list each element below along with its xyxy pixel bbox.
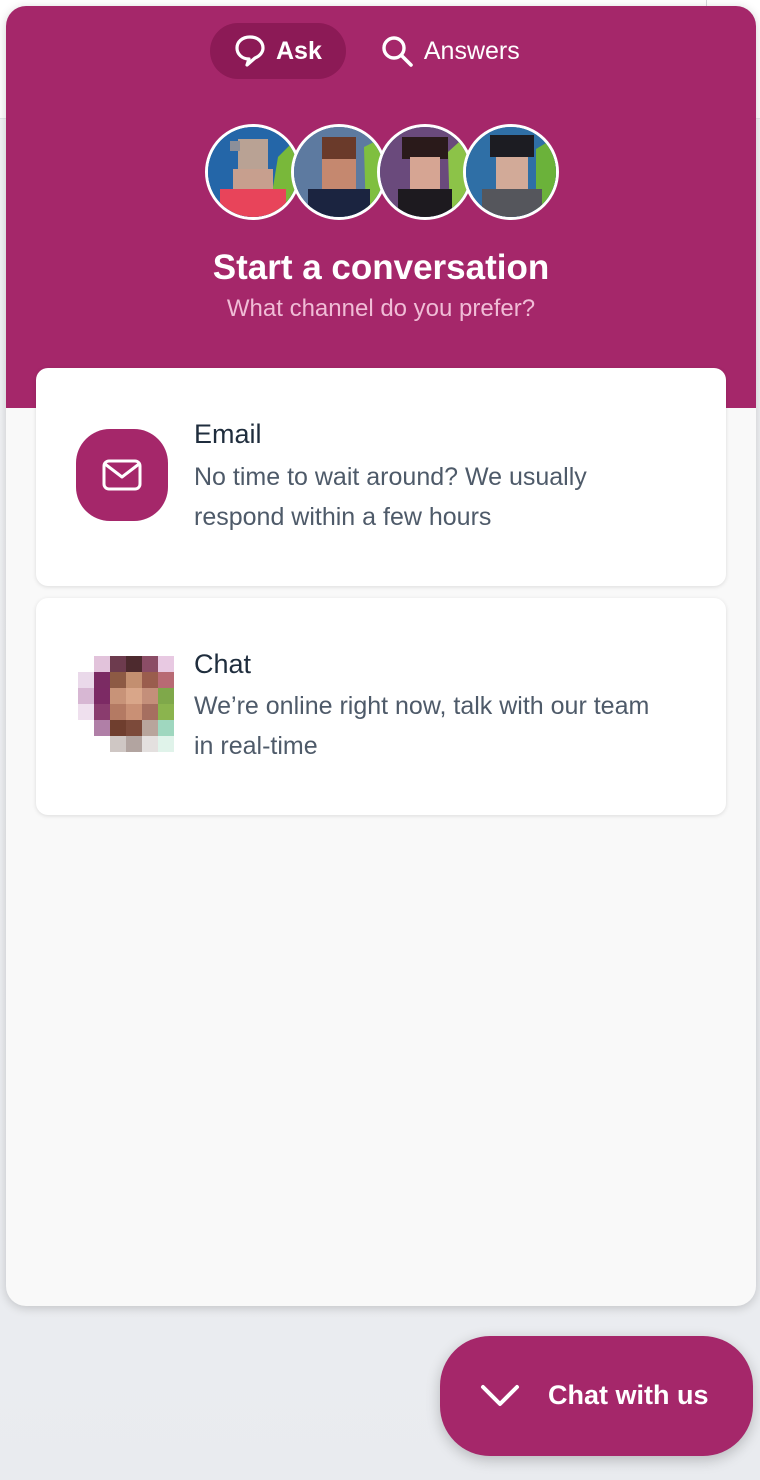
chat-launcher-button[interactable]: Chat with us xyxy=(440,1336,753,1456)
chat-bubble-icon xyxy=(234,34,266,68)
messenger-widget: Ask Answers Start a conversation What ch… xyxy=(6,6,756,1306)
envelope-icon xyxy=(76,429,168,521)
hero-subtitle: What channel do you prefer? xyxy=(226,295,536,322)
chat-option-description: We’re online right now, talk with our te… xyxy=(194,692,650,760)
tab-answers-label: Answers xyxy=(423,36,520,65)
chat-option-title: Chat xyxy=(194,649,252,679)
team-avatar xyxy=(463,124,559,220)
chevron-down-icon xyxy=(481,1385,519,1406)
team-avatar xyxy=(205,124,301,220)
widget-tabs: Ask Answers xyxy=(210,23,544,79)
chat-launcher-label: Chat with us xyxy=(548,1380,709,1410)
tab-ask[interactable]: Ask xyxy=(210,23,346,79)
widget-header: Ask Answers Start a conversation What ch… xyxy=(6,6,756,408)
email-option-title: Email xyxy=(194,419,262,449)
team-avatar xyxy=(291,124,387,220)
agent-avatar xyxy=(76,656,180,760)
email-option-card[interactable]: Email No time to wait around? We usually… xyxy=(36,368,726,586)
tab-answers[interactable]: Answers xyxy=(356,23,544,79)
tab-ask-label: Ask xyxy=(276,36,322,65)
chat-option-card[interactable]: Chat We’re online right now, talk with o… xyxy=(36,598,726,815)
team-avatar xyxy=(377,124,473,220)
team-avatars xyxy=(205,124,559,226)
email-option-description: No time to wait around? We usually respo… xyxy=(194,463,587,531)
hero-title: Start a conversation xyxy=(212,248,550,287)
search-icon xyxy=(380,34,414,68)
